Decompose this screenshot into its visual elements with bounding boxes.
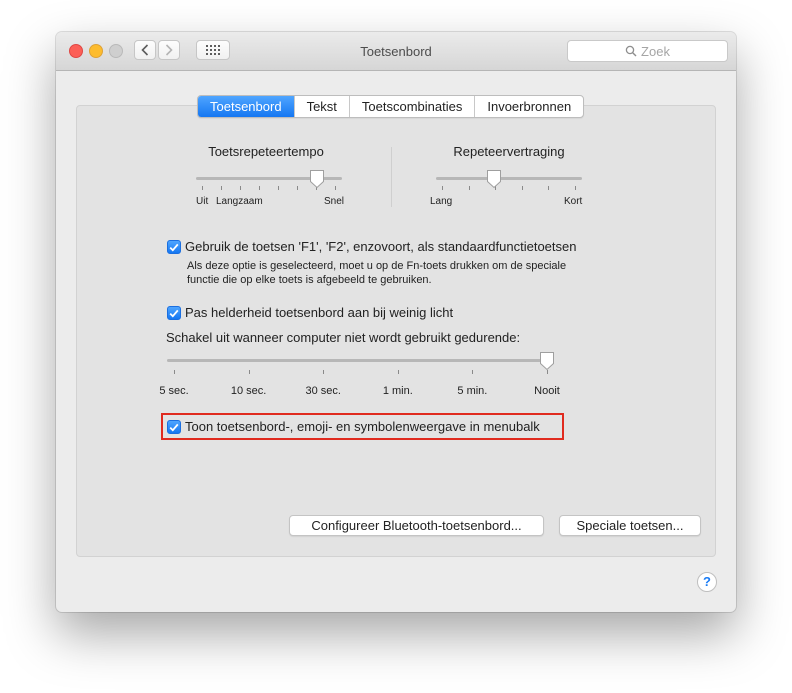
repeat-delay-tick [468, 186, 470, 190]
key-repeat-label: Toetsrepeteertempo [208, 144, 324, 159]
turn-off-tick-label: 5 min. [457, 385, 488, 397]
turn-off-tick [472, 370, 474, 374]
turn-off-tick-label: Nooit [534, 385, 560, 397]
fn-keys-checkbox[interactable] [167, 240, 181, 254]
preferences-window: Toetsenbord Zoek Toetsenbord Tekst Toets… [56, 32, 736, 612]
tab-tekst[interactable]: Tekst [295, 96, 350, 117]
repeat-delay-slider-track[interactable] [436, 177, 582, 180]
key-repeat-tick [259, 186, 260, 190]
turn-off-tick-label: 1 min. [382, 385, 413, 397]
repeat-delay-slider-thumb[interactable] [486, 169, 502, 189]
repeat-delay-tick [575, 186, 576, 190]
turn-off-label: Schakel uit wanneer computer niet wordt … [166, 330, 521, 345]
key-repeat-tick [278, 186, 279, 190]
special-keys-button[interactable]: Speciale toetsen... [559, 515, 701, 536]
tab-bar: Toetsenbord Tekst Toetscombinaties Invoe… [197, 95, 585, 118]
title-bar: Toetsenbord Zoek [56, 32, 736, 71]
fn-keys-label[interactable]: Gebruik de toetsen 'F1', 'F2', enzovoort… [185, 239, 577, 254]
key-repeat-tick [240, 186, 241, 190]
turn-off-tick [323, 370, 325, 374]
turn-off-tick [174, 370, 175, 374]
repeat-delay-tick [442, 186, 443, 190]
fn-keys-note-line1: Als deze optie is geselecteerd, moet u o… [187, 260, 567, 272]
brightness-label[interactable]: Pas helderheid toetsenbord aan bij weini… [185, 305, 453, 320]
key-repeat-slow-label: Langzaam [216, 196, 263, 207]
highlight-box [161, 413, 564, 440]
slider-divider [391, 147, 392, 207]
brightness-checkbox[interactable] [167, 306, 181, 320]
repeat-delay-tick [521, 186, 523, 190]
key-repeat-slider-thumb[interactable] [309, 169, 325, 189]
turn-off-tick-label: 10 sec. [230, 385, 267, 397]
key-repeat-max-label: Snel [324, 196, 345, 207]
turn-off-tick-label: 30 sec. [305, 385, 341, 397]
repeat-delay-tick [548, 186, 550, 190]
search-field[interactable]: Zoek [567, 40, 728, 62]
tab-toetscombinaties[interactable]: Toetscombinaties [350, 96, 476, 117]
help-button[interactable]: ? [697, 572, 717, 592]
key-repeat-tick [335, 186, 336, 190]
turn-off-slider-track[interactable] [167, 359, 549, 362]
key-repeat-tick [297, 186, 298, 190]
tab-invoerbronnen[interactable]: Invoerbronnen [475, 96, 583, 117]
checkmark-icon [169, 309, 179, 318]
turn-off-slider-thumb[interactable] [539, 351, 555, 371]
key-repeat-tick [221, 186, 222, 190]
tab-toetsenbord[interactable]: Toetsenbord [198, 96, 295, 117]
key-repeat-tick [202, 186, 203, 190]
repeat-delay-label: Repeteervertraging [453, 144, 565, 159]
repeat-delay-min-label: Lang [430, 196, 453, 207]
configure-bluetooth-keyboard-button[interactable]: Configureer Bluetooth-toetsenbord... [289, 515, 544, 536]
repeat-delay-max-label: Kort [564, 196, 583, 207]
search-icon [625, 45, 637, 57]
checkmark-icon [169, 243, 179, 252]
fn-keys-note-line2: functie die op elke toets is afgebeeld t… [187, 274, 432, 286]
key-repeat-min-label: Uit [196, 196, 209, 207]
turn-off-tick [397, 370, 399, 374]
search-placeholder: Zoek [641, 43, 670, 59]
turn-off-tick-label: 5 sec. [159, 385, 189, 397]
turn-off-tick [248, 370, 250, 374]
